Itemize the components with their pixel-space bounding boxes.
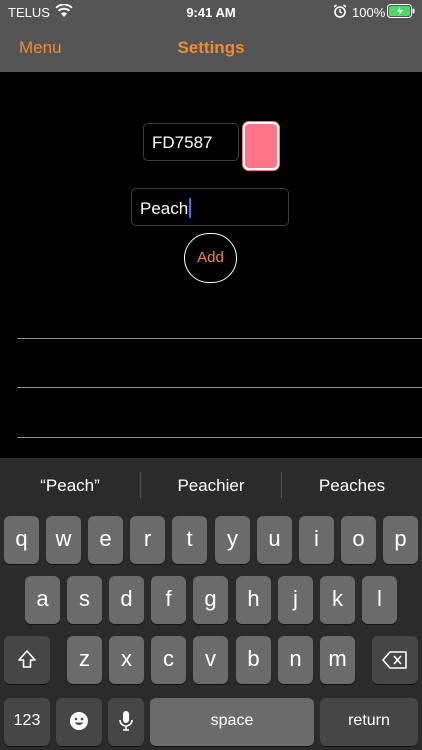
key-o[interactable]: o — [341, 516, 376, 564]
key-g[interactable]: g — [193, 576, 228, 624]
list-divider — [17, 338, 422, 339]
battery-icon — [387, 4, 415, 18]
text-cursor — [189, 198, 192, 218]
key-l[interactable]: l — [362, 576, 397, 624]
microphone-icon — [119, 711, 133, 731]
key-m[interactable]: m — [320, 636, 355, 684]
shift-icon — [18, 650, 36, 668]
emoji-icon — [70, 712, 88, 730]
key-w[interactable]: w — [46, 516, 81, 564]
top-bar: TELUS 9:41 AM 100% Menu Settings — [0, 0, 422, 72]
key-r[interactable]: r — [130, 516, 165, 564]
key-h[interactable]: h — [236, 576, 271, 624]
list-divider — [17, 387, 422, 388]
color-swatch[interactable] — [243, 122, 279, 170]
emoji-key[interactable] — [56, 698, 102, 746]
color-name-field[interactable]: Peach — [131, 188, 289, 226]
key-u[interactable]: u — [257, 516, 292, 564]
key-f[interactable]: f — [151, 576, 186, 624]
shift-key[interactable] — [4, 636, 50, 684]
dictation-key[interactable] — [108, 698, 144, 746]
key-z[interactable]: z — [67, 636, 102, 684]
color-name-value: Peach — [140, 199, 189, 218]
list-divider — [17, 437, 422, 438]
backspace-icon — [382, 651, 407, 669]
key-i[interactable]: i — [299, 516, 334, 564]
page-title: Settings — [177, 38, 245, 57]
key-s[interactable]: s — [67, 576, 102, 624]
space-key[interactable]: space — [150, 698, 314, 746]
key-c[interactable]: c — [151, 636, 186, 684]
key-b[interactable]: b — [236, 636, 271, 684]
status-bar: TELUS 9:41 AM 100% — [0, 0, 422, 24]
add-button[interactable]: Add — [184, 233, 237, 283]
suggestion-item[interactable]: Peachier — [141, 476, 281, 496]
suggestion-item[interactable]: Peaches — [282, 476, 422, 496]
key-x[interactable]: x — [109, 636, 144, 684]
suggestion-item[interactable]: “Peach” — [0, 476, 140, 496]
key-j[interactable]: j — [278, 576, 313, 624]
key-d[interactable]: d — [109, 576, 144, 624]
alarm-icon — [333, 4, 347, 18]
key-t[interactable]: t — [172, 516, 207, 564]
key-n[interactable]: n — [278, 636, 313, 684]
key-a[interactable]: a — [25, 576, 60, 624]
key-p[interactable]: p — [383, 516, 418, 564]
delete-key[interactable] — [372, 636, 418, 684]
battery-percent: 100% — [352, 5, 386, 20]
key-e[interactable]: e — [88, 516, 123, 564]
keyboard: “Peach” Peachier Peaches q w e r t y u i… — [0, 458, 422, 750]
numbers-key[interactable]: 123 — [4, 698, 50, 746]
suggestion-bar: “Peach” Peachier Peaches — [0, 458, 422, 514]
key-v[interactable]: v — [193, 636, 228, 684]
key-y[interactable]: y — [215, 516, 250, 564]
hex-color-field[interactable]: FD7587 — [143, 123, 239, 161]
key-q[interactable]: q — [4, 516, 39, 564]
return-key[interactable]: return — [320, 698, 418, 746]
key-k[interactable]: k — [320, 576, 355, 624]
